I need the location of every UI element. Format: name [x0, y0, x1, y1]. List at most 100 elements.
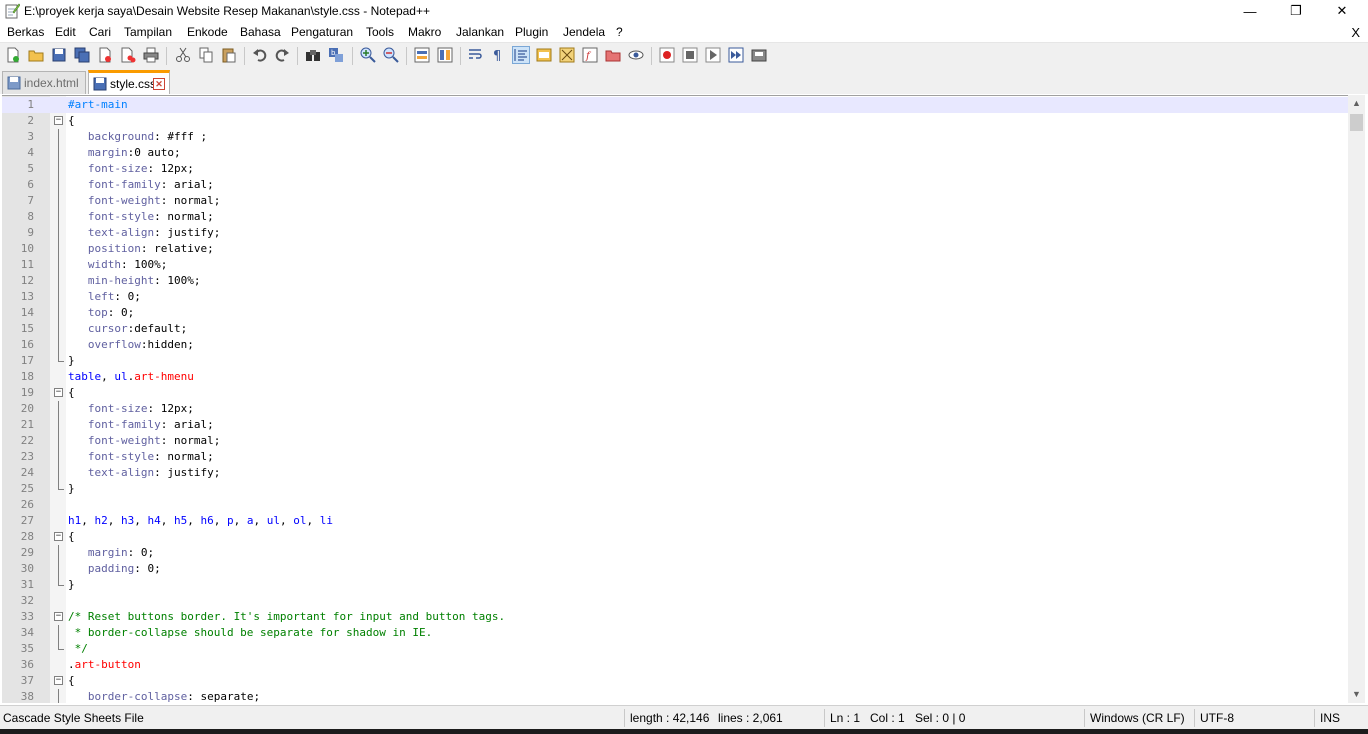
code-line[interactable]: 22 font-weight: normal;: [2, 433, 1348, 449]
zoom-in-icon[interactable]: [360, 47, 376, 63]
menu-edit[interactable]: Edit: [55, 25, 76, 39]
code-line[interactable]: 3 background: #fff ;: [2, 129, 1348, 145]
menu-tools[interactable]: Tools: [366, 25, 394, 39]
menu-cari[interactable]: Cari: [89, 25, 111, 39]
code-line[interactable]: 4 margin:0 auto;: [2, 145, 1348, 161]
sync-horizontal-icon[interactable]: [437, 47, 453, 63]
code-line[interactable]: 7 font-weight: normal;: [2, 193, 1348, 209]
code-line[interactable]: 15 cursor:default;: [2, 321, 1348, 337]
cut-icon[interactable]: [175, 47, 191, 63]
code-line[interactable]: 24 text-align: justify;: [2, 465, 1348, 481]
code-line[interactable]: 1 #art-main: [2, 97, 1348, 113]
menu-enkode[interactable]: Enkode: [187, 25, 228, 39]
save-icon[interactable]: [51, 47, 67, 63]
show-all-chars-icon[interactable]: ¶: [490, 47, 506, 63]
code-line[interactable]: 33 −/* Reset buttons border. It's importa…: [2, 609, 1348, 625]
code-line[interactable]: 8 font-style: normal;: [2, 209, 1348, 225]
code-line[interactable]: 34 * border-collapse should be separate …: [2, 625, 1348, 641]
paste-icon[interactable]: [221, 47, 237, 63]
save-macro-icon[interactable]: [751, 47, 767, 63]
minimize-button[interactable]: —: [1227, 0, 1273, 22]
code-line[interactable]: 36 .art-button: [2, 657, 1348, 673]
menu-jendela[interactable]: Jendela: [563, 25, 605, 39]
code-line[interactable]: 31}: [2, 577, 1348, 593]
run-macro-multiple-icon[interactable]: [728, 47, 744, 63]
sync-vertical-icon[interactable]: [414, 47, 430, 63]
code-line[interactable]: 27 h1, h2, h3, h4, h5, h6, p, a, ul, ol, …: [2, 513, 1348, 529]
menu-makro[interactable]: Makro: [408, 25, 441, 39]
code-editor[interactable]: 1 #art-main 2−{3 background: #fff ; 4 margi…: [2, 95, 1348, 703]
fold-toggle-icon[interactable]: −: [54, 612, 63, 621]
fold-toggle-icon[interactable]: −: [54, 116, 63, 125]
code-line[interactable]: 23 font-style: normal;: [2, 449, 1348, 465]
undo-icon[interactable]: [252, 47, 268, 63]
menu-pengaturan[interactable]: Pengaturan: [291, 25, 353, 39]
scroll-thumb[interactable]: [1350, 114, 1363, 131]
code-line[interactable]: 28 −{: [2, 529, 1348, 545]
code-line[interactable]: 20 font-size: 12px;: [2, 401, 1348, 417]
code-line[interactable]: 30 padding: 0;: [2, 561, 1348, 577]
code-line[interactable]: 2 −{: [2, 113, 1348, 129]
zoom-out-icon[interactable]: [383, 47, 399, 63]
restore-button[interactable]: ❐: [1273, 0, 1319, 22]
close-all-icon[interactable]: [120, 47, 136, 63]
fold-toggle-icon[interactable]: −: [54, 532, 63, 541]
code-line[interactable]: 32: [2, 593, 1348, 609]
code-line[interactable]: 38 border-collapse: separate;: [2, 689, 1348, 703]
tab-close-icon[interactable]: ✕: [153, 78, 165, 90]
play-macro-icon[interactable]: [705, 47, 721, 63]
user-language-icon[interactable]: [536, 47, 552, 63]
code-line[interactable]: 6 font-family: arial;: [2, 177, 1348, 193]
code-line[interactable]: 21 font-family: arial;: [2, 417, 1348, 433]
tab-style-css[interactable]: style.css ✕: [88, 70, 170, 94]
fold-toggle-icon[interactable]: −: [54, 388, 63, 397]
menu-tampilan[interactable]: Tampilan: [124, 25, 172, 39]
menu-berkas[interactable]: Berkas: [7, 25, 44, 39]
new-file-icon[interactable]: [5, 47, 21, 63]
code-line[interactable]: 37 −{: [2, 673, 1348, 689]
code-line[interactable]: 29 margin: 0;: [2, 545, 1348, 561]
copy-icon[interactable]: [198, 47, 214, 63]
folder-workspace-icon[interactable]: [605, 47, 621, 63]
function-list-icon[interactable]: f: [582, 47, 598, 63]
scroll-up-icon[interactable]: ▲: [1348, 95, 1365, 112]
menu-help[interactable]: ?: [616, 25, 623, 39]
code-line[interactable]: 19 −{: [2, 385, 1348, 401]
code-line[interactable]: 26: [2, 497, 1348, 513]
save-all-icon[interactable]: [74, 47, 90, 63]
code-line[interactable]: 17}: [2, 353, 1348, 369]
close-window-button[interactable]: ✕: [1319, 0, 1365, 22]
code-line[interactable]: 35 */: [2, 641, 1348, 657]
code-line[interactable]: 14 top: 0;: [2, 305, 1348, 321]
tab-index-html[interactable]: index.html: [2, 71, 86, 94]
code-line[interactable]: 13 left: 0;: [2, 289, 1348, 305]
code-line[interactable]: 12 min-height: 100%;: [2, 273, 1348, 289]
replace-icon[interactable]: b: [328, 47, 344, 63]
code-line[interactable]: 9 text-align: justify;: [2, 225, 1348, 241]
code-line[interactable]: 11 width: 100%;: [2, 257, 1348, 273]
close-document-button[interactable]: X: [1351, 25, 1360, 40]
menu-bahasa[interactable]: Bahasa: [240, 25, 281, 39]
open-file-icon[interactable]: [28, 47, 44, 63]
code-line[interactable]: 18 table, ul.art-hmenu: [2, 369, 1348, 385]
monitor-icon[interactable]: [628, 47, 644, 63]
stop-record-icon[interactable]: [682, 47, 698, 63]
redo-icon[interactable]: [274, 47, 290, 63]
code-line[interactable]: 16 overflow:hidden;: [2, 337, 1348, 353]
fold-toggle-icon[interactable]: −: [54, 676, 63, 685]
vertical-scrollbar[interactable]: ▲ ▼: [1348, 95, 1365, 703]
print-icon[interactable]: [143, 47, 159, 63]
menu-plugin[interactable]: Plugin: [515, 25, 548, 39]
status-separator: [1194, 709, 1195, 727]
word-wrap-icon[interactable]: [468, 47, 484, 63]
close-icon[interactable]: [97, 47, 113, 63]
doc-map-icon[interactable]: [559, 47, 575, 63]
indent-guide-icon[interactable]: [512, 46, 530, 64]
record-macro-icon[interactable]: [659, 47, 675, 63]
code-line[interactable]: 25}: [2, 481, 1348, 497]
scroll-down-icon[interactable]: ▼: [1348, 686, 1365, 703]
code-line[interactable]: 5 font-size: 12px;: [2, 161, 1348, 177]
code-line[interactable]: 10 position: relative;: [2, 241, 1348, 257]
menu-jalankan[interactable]: Jalankan: [456, 25, 504, 39]
find-icon[interactable]: [305, 47, 321, 63]
